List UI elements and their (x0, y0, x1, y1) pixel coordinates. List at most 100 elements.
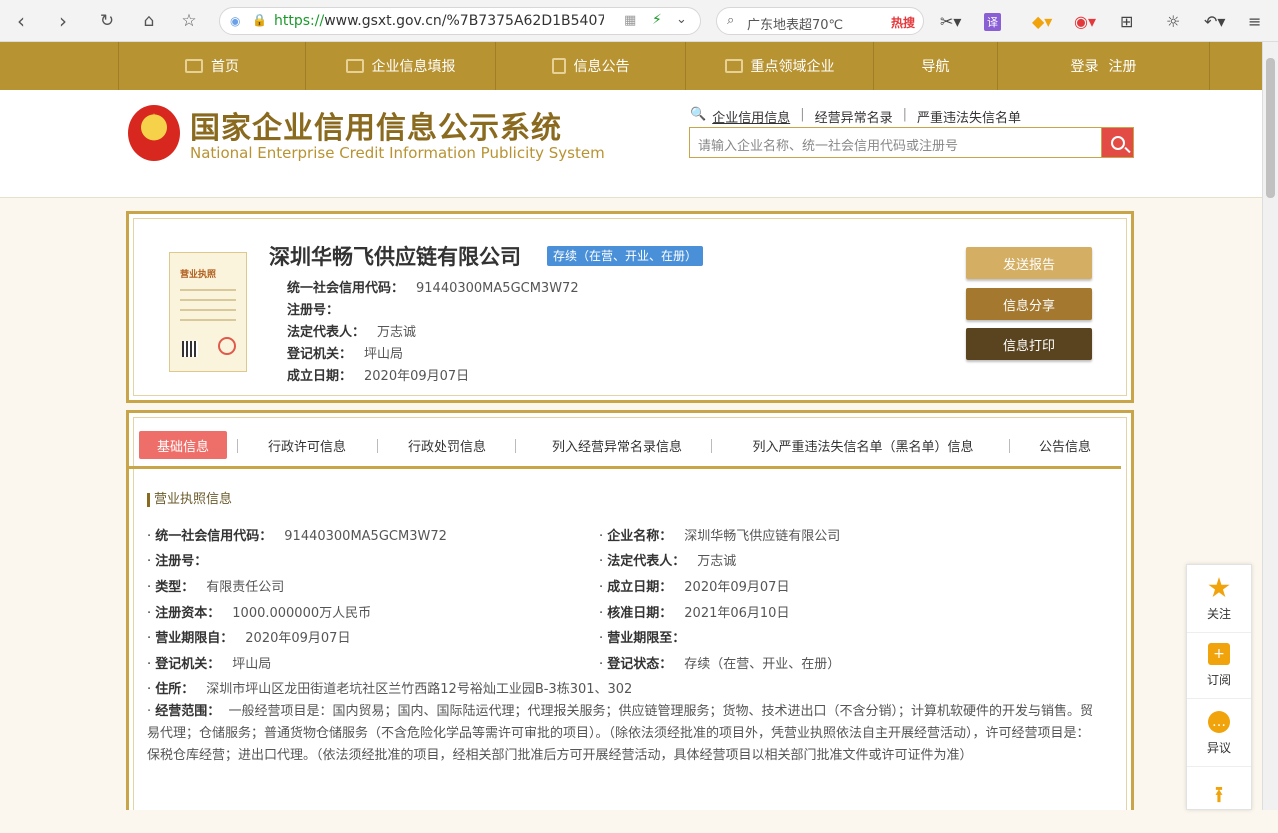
site-info-icon[interactable]: ◉ (230, 14, 240, 28)
tab-admin-license[interactable]: 行政许可信息 (247, 431, 367, 459)
login-link[interactable]: 登录 (1071, 56, 1099, 76)
reload-icon[interactable]: ↻ (96, 10, 118, 32)
search-icon (1110, 135, 1125, 150)
info-panel: 基础信息 行政许可信息 行政处罚信息 列入经营异常名录信息 列入严重违法失信名单… (126, 410, 1134, 810)
translate-icon[interactable]: 译 (984, 13, 1001, 31)
browser-toolbar: ‹ › ↻ ⌂ ☆ ◉ 🔒 https://www.gsxt.gov.cn/%7… (0, 0, 1278, 42)
nav-fill[interactable]: 企业信息填报 (306, 42, 496, 90)
card-field-credit-code: 统一社会信用代码： 91440300MA5GCM3W72 (287, 281, 579, 296)
link-abnormal-list[interactable]: 经营异常名录 (815, 107, 893, 126)
back-icon[interactable]: ‹ (10, 9, 32, 33)
seal-icon (218, 337, 236, 355)
undo-icon[interactable]: ↶▾ (1204, 12, 1225, 31)
field-business-scope: · 经营范围： 一般经营项目是：国内贸易；国内、国际陆运代理；代理报关服务；供应… (147, 704, 1094, 763)
field-reg-no: · 注册号： (147, 554, 208, 569)
nav-key-label: 重点领域企业 (750, 59, 835, 75)
search-category-links: 🔍 企业信用信息 | 经营异常名录 | 严重违法失信名单 (690, 107, 1022, 126)
chevron-down-icon[interactable]: ⌄ (676, 12, 687, 27)
nav-home[interactable]: 首页 (118, 42, 306, 90)
monitor-icon (185, 59, 203, 73)
section-title: 营业执照信息 (147, 493, 232, 507)
send-report-button[interactable]: 发送报告 (966, 247, 1092, 279)
company-card: 营业执照 深圳华畅飞供应链有限公司 存续（在营、开业、在册） 统一社会信用代码：… (126, 211, 1134, 403)
home-icon[interactable]: ⌂ (138, 10, 160, 32)
lock-icon: 🔒 (252, 13, 267, 27)
info-tabs: 基础信息 行政许可信息 行政处罚信息 列入经营异常名录信息 列入严重违法失信名单… (129, 429, 1121, 469)
tab-announcements[interactable]: 公告信息 (1019, 431, 1111, 459)
url-scheme: https:// (274, 13, 325, 29)
field-reg-status: · 登记状态： 存续（在营、开业、在册） (599, 657, 841, 672)
objection-button[interactable]: … 异议 (1187, 701, 1251, 767)
search-button[interactable] (1101, 127, 1134, 158)
page-scrollbar[interactable] (1262, 42, 1278, 810)
chat-icon: … (1208, 711, 1230, 733)
nav-fill-label: 企业信息填报 (371, 59, 456, 75)
floating-side-panel: 关注 + 订阅 … 异议 ⭱ (1186, 564, 1252, 810)
tab-basic-info[interactable]: 基础信息 (139, 431, 227, 459)
field-term-to: · 营业期限至： (599, 631, 686, 646)
national-emblem-icon (128, 105, 180, 161)
hot-search-badge[interactable]: 热搜 (891, 14, 915, 31)
nav-notice-label: 信息公告 (573, 59, 630, 75)
card-field-authority: 登记机关： 坪山局 (287, 347, 404, 362)
tab-blacklist[interactable]: 列入严重违法失信名单（黑名单）信息 (721, 431, 1005, 459)
license-title: 营业执照 (180, 270, 217, 280)
link-blacklist[interactable]: 严重违法失信名单 (917, 107, 1021, 126)
field-company-name: · 企业名称： 深圳华畅飞供应链有限公司 (599, 529, 841, 544)
card-field-reg-no: 注册号： (287, 303, 340, 318)
apps-grid-icon[interactable]: ⊞ (1120, 12, 1133, 31)
scrollbar-thumb[interactable] (1266, 58, 1275, 198)
plus-icon: + (1208, 643, 1230, 665)
qr-code-icon (182, 341, 198, 357)
browser-search-box[interactable]: ⌕ 广东地表超70℃ 热搜 (716, 7, 924, 35)
register-link[interactable]: 注册 (1109, 56, 1137, 76)
address-bar[interactable]: ◉ 🔒 https://www.gsxt.gov.cn/%7B7375A62D1… (219, 7, 701, 35)
subscribe-button[interactable]: + 订阅 (1187, 633, 1251, 699)
nav-guide-label: 导航 (921, 59, 950, 75)
url-text: https://www.gsxt.gov.cn/%7B7375A62D1B540… (274, 13, 604, 29)
field-capital: · 注册资本： 1000.000000万人民币 (147, 606, 372, 621)
scissors-icon[interactable]: ✂▾ (940, 12, 961, 31)
game-icon[interactable]: ◉▾ (1074, 12, 1096, 31)
url-rest: www.gsxt.gov.cn/%7B7375A62D1B5407FFE (324, 13, 604, 29)
tab-abnormal-list[interactable]: 列入经营异常名录信息 (525, 431, 709, 459)
field-approved: · 核准日期： 2021年06月10日 (599, 606, 790, 621)
field-type: · 类型： 有限责任公司 (147, 580, 285, 595)
reader-icon[interactable]: ▦ (624, 13, 636, 28)
search-icon: 🔍 (690, 107, 707, 122)
edit-icon (345, 59, 364, 73)
site-title-cn: 国家企业信用信息公示系统 (190, 111, 562, 146)
shield-icon[interactable]: ◆▾ (1032, 12, 1052, 31)
document-icon (551, 58, 566, 74)
back-to-top-button[interactable]: ⭱ (1187, 767, 1251, 833)
link-credit-info[interactable]: 企业信用信息 (712, 107, 790, 126)
nav-key-enterprise[interactable]: 重点领域企业 (686, 42, 874, 90)
star-icon (1208, 577, 1230, 598)
brightness-icon[interactable]: ☼ (1166, 12, 1180, 31)
arrow-up-icon: ⭱ (1215, 783, 1223, 808)
field-term-from: · 营业期限自： 2020年09月07日 (147, 631, 351, 646)
search-query: 广东地表超70℃ (747, 18, 844, 33)
enterprise-search-input[interactable]: 请输入企业名称、统一社会信用代码或注册号 (689, 127, 1102, 158)
status-badge: 存续（在营、开业、在册） (547, 246, 704, 266)
field-authority: · 登记机关： 坪山局 (147, 657, 272, 672)
field-founded: · 成立日期： 2020年09月07日 (599, 580, 790, 595)
site-nav: 首页 企业信息填报 信息公告 重点领域企业 导航 登录 注册 (0, 42, 1262, 90)
nav-guide[interactable]: 导航 (874, 42, 998, 90)
share-info-button[interactable]: 信息分享 (966, 288, 1092, 320)
card-field-legal-rep: 法定代表人： 万志诚 (287, 325, 417, 340)
field-legal-rep: · 法定代表人： 万志诚 (599, 554, 737, 569)
speaker-icon (724, 59, 743, 73)
business-license-thumbnail[interactable]: 营业执照 (169, 252, 247, 372)
forward-icon[interactable]: › (52, 9, 74, 33)
print-info-button[interactable]: 信息打印 (966, 328, 1092, 360)
tab-admin-penalty[interactable]: 行政处罚信息 (387, 431, 507, 459)
nav-auth: 登录 注册 (998, 42, 1210, 90)
field-credit-code: · 统一社会信用代码： 91440300MA5GCM3W72 (147, 529, 447, 544)
bookmark-star-icon[interactable]: ☆ (178, 10, 200, 32)
nav-notice[interactable]: 信息公告 (496, 42, 686, 90)
follow-button[interactable]: 关注 (1187, 567, 1251, 633)
speed-icon[interactable]: ⚡ (652, 12, 662, 28)
menu-icon[interactable]: ≡ (1248, 12, 1261, 31)
field-address: · 住所： 深圳市坪山区龙田街道老坑社区兰竹西路12号裕灿工业园B-3栋301、3… (147, 682, 633, 697)
